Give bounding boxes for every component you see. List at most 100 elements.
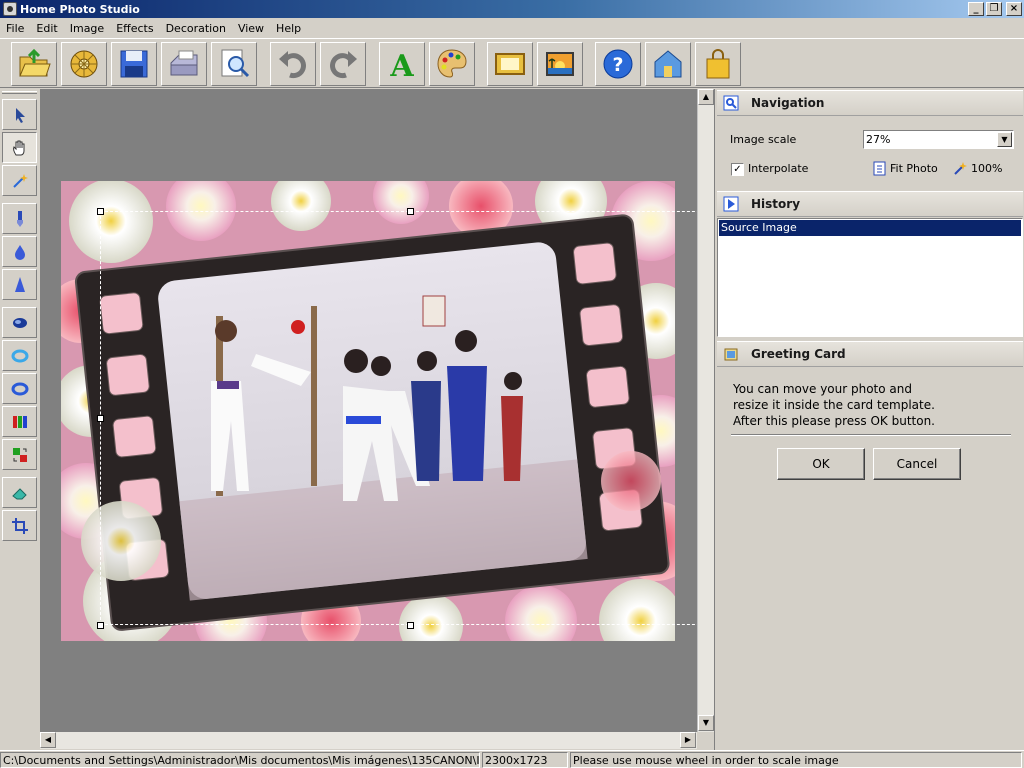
shop-button[interactable] [695,42,741,86]
resize-handle-ml[interactable] [97,415,104,422]
tool-swap-colors[interactable] [2,439,37,470]
tool-eraser[interactable] [2,477,37,508]
help-button[interactable]: ? [595,42,641,86]
status-bar: C:\Documents and Settings\Administrador\… [0,750,1024,768]
history-icon [723,196,739,212]
fit-photo-button[interactable]: Fit Photo [873,161,938,176]
title-bar: Home Photo Studio _ ❐ × [0,0,1024,18]
palette-icon [437,49,467,78]
tool-magic-wand[interactable] [2,165,37,196]
greeting-card-header[interactable]: Greeting Card [717,341,1023,367]
menu-image[interactable]: Image [64,22,110,35]
greeting-instructions: You can move your photo and resize it in… [733,381,935,429]
wallpaper-icon [546,52,574,76]
ring-tool-icon [11,349,28,362]
restore-button[interactable]: ❐ [986,2,1002,16]
print-button[interactable] [161,42,207,86]
greeting-card-title: Greeting Card [751,347,846,361]
horizontal-scrollbar[interactable]: ◀ ▶ [40,732,697,749]
scroll-corner [697,732,714,749]
print-preview-icon [221,49,250,78]
brush-icon [16,210,23,227]
tool-crop[interactable] [2,510,37,541]
redo-icon [330,51,357,79]
cone-icon [14,276,25,292]
scroll-up-arrow-icon[interactable]: ▲ [698,89,714,105]
menu-file[interactable]: File [0,22,30,35]
svg-text:?: ? [612,54,623,76]
side-panel: Navigation Image scale 27% ▼ ✓ Interpola… [714,89,1024,750]
frame-button[interactable] [487,42,533,86]
undo-icon [279,51,306,79]
menu-bar: File Edit Image Effects Decoration View … [0,18,1024,38]
menu-decoration[interactable]: Decoration [160,22,232,35]
open-button[interactable] [11,42,57,86]
scroll-right-arrow-icon[interactable]: ▶ [680,732,696,748]
tool-ring[interactable] [2,340,37,371]
actual-size-button[interactable]: 100% [953,161,1002,176]
ellipse-tool-icon [12,317,27,328]
tool-blur[interactable] [2,236,37,267]
tool-hand[interactable] [2,132,37,163]
resize-handle-tm[interactable] [407,208,414,215]
color-balance-icon [12,415,27,428]
scan-button[interactable] [61,42,107,86]
wallpaper-button[interactable] [537,42,583,86]
close-button[interactable]: × [1006,2,1022,16]
tool-color-balance[interactable] [2,406,37,437]
menu-effects[interactable]: Effects [110,22,159,35]
instruction-line-1: You can move your photo and [733,382,912,396]
menu-view[interactable]: View [232,22,270,35]
open-folder-icon [19,48,51,77]
scanner-icon [70,50,98,78]
chevron-down-icon[interactable]: ▼ [997,132,1012,147]
image-scale-value: 27% [866,133,891,146]
cancel-button[interactable]: Cancel [873,448,961,480]
tool-brush[interactable] [2,203,37,234]
history-list[interactable]: Source Image [717,218,1023,337]
colors-button[interactable] [429,42,475,86]
eraser-icon [11,487,27,499]
navigation-header[interactable]: Navigation [717,90,1023,116]
tool-sharpen[interactable] [2,269,37,300]
resize-handle-bl[interactable] [97,622,104,629]
save-button[interactable] [111,42,157,86]
actual-size-label: 100% [971,162,1003,175]
resize-handle-tl[interactable] [97,208,104,215]
redo-button[interactable] [320,42,366,86]
vertical-scrollbar[interactable]: ▲ ▼ [697,89,714,732]
crop-icon [11,517,28,534]
image-canvas[interactable] [40,89,697,732]
window-title: Home Photo Studio [20,2,140,16]
instruction-line-2: resize it inside the card template. [733,398,935,412]
scroll-down-arrow-icon[interactable]: ▼ [698,715,714,731]
image-scale-label: Image scale [730,133,797,146]
tool-ellipse[interactable] [2,307,37,338]
greeting-card-photo[interactable] [61,181,675,641]
interpolate-checkbox[interactable]: ✓ [731,163,744,176]
menu-edit[interactable]: Edit [30,22,63,35]
undo-button[interactable] [270,42,316,86]
minimize-button[interactable]: _ [968,2,984,16]
resize-handle-bm[interactable] [407,622,414,629]
tool-ring-alt[interactable] [2,373,37,404]
image-scale-select[interactable]: 27% ▼ [863,130,1014,149]
magic-wand-icon [12,173,28,188]
history-header[interactable]: History [717,191,1023,217]
home-icon [654,50,682,78]
actual-size-icon [954,162,967,175]
text-button[interactable]: A [379,42,425,86]
interpolate-label: Interpolate [748,162,809,175]
tool-pointer[interactable] [2,99,37,130]
history-item[interactable]: Source Image [719,220,1021,236]
navigation-icon [723,95,739,111]
ring-alt-tool-icon [11,382,28,395]
home-button[interactable] [645,42,691,86]
print-preview-button[interactable] [211,42,257,86]
scroll-left-arrow-icon[interactable]: ◀ [40,732,56,748]
camera-app-icon [3,2,17,16]
instruction-line-3: After this please press OK button. [733,414,935,428]
swap-colors-icon [12,447,27,462]
ok-button[interactable]: OK [777,448,865,480]
menu-help[interactable]: Help [270,22,307,35]
